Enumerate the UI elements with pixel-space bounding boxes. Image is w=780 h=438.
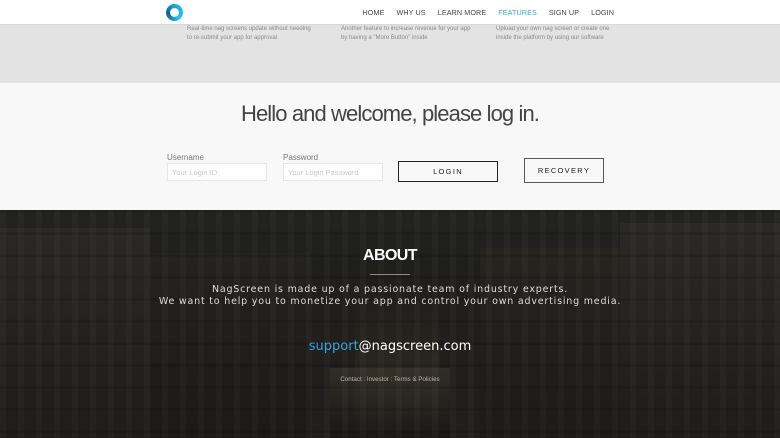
password-label: Password [283, 153, 319, 162]
footer-link-contact[interactable]: Contact [340, 376, 361, 383]
feature-realtime-text: Real-time nag screens update without nee… [187, 26, 311, 41]
about-description: NagScreen is made up of a passionate tea… [0, 284, 780, 307]
footer-link-investor[interactable]: Investor [367, 376, 389, 383]
top-navigation-bar: HOME WHY US LEARN MORE FEATURES SIGN UP … [0, 0, 780, 25]
password-input[interactable] [283, 163, 383, 181]
email-domain-part: @nagscreen.com [358, 339, 472, 354]
recovery-button[interactable]: RECOVERY [524, 158, 604, 183]
about-title: ABOUT [363, 247, 417, 264]
footer-link-terms[interactable]: Terms & Policies [394, 376, 440, 383]
nav-item-sign-up[interactable]: SIGN UP [549, 8, 579, 17]
nav-item-features[interactable]: FEATURES [498, 8, 537, 17]
window-pattern-overlay [0, 210, 780, 438]
login-heading: Hello and welcome, please log in. [240, 101, 540, 126]
login-button[interactable]: LOGIN [398, 161, 498, 182]
nav-item-why-us[interactable]: WHY US [396, 8, 425, 17]
about-line-1: NagScreen is made up of a passionate tea… [211, 284, 569, 295]
feature-upload-text: Upload your own nag screen or create one… [496, 26, 610, 41]
nav-links: HOME WHY US LEARN MORE FEATURES SIGN UP … [351, 0, 614, 25]
username-label: Username [167, 153, 204, 162]
about-divider [370, 274, 410, 275]
nav-item-learn-more[interactable]: LEARN MORE [438, 8, 487, 17]
feature-more-button-text: Another feature to increase revenue for … [341, 26, 471, 41]
about-line-2: We want to help you to monetize your app… [158, 295, 622, 307]
login-section: Hello and welcome, please log in. Userna… [0, 83, 780, 210]
nav-item-login[interactable]: LOGIN [591, 8, 614, 17]
support-email-link[interactable]: support@nagscreen.com [0, 339, 780, 354]
features-section: Real-time nag screens update without nee… [0, 25, 780, 83]
email-user-part: support [308, 339, 359, 354]
nav-item-home[interactable]: HOME [363, 8, 385, 17]
footer-links: Contact : Investor : Terms & Policies [0, 376, 780, 383]
about-section: ABOUT NagScreen is made up of a passiona… [0, 210, 780, 438]
username-input[interactable] [167, 163, 267, 181]
nagscreen-logo-icon[interactable] [166, 4, 183, 21]
